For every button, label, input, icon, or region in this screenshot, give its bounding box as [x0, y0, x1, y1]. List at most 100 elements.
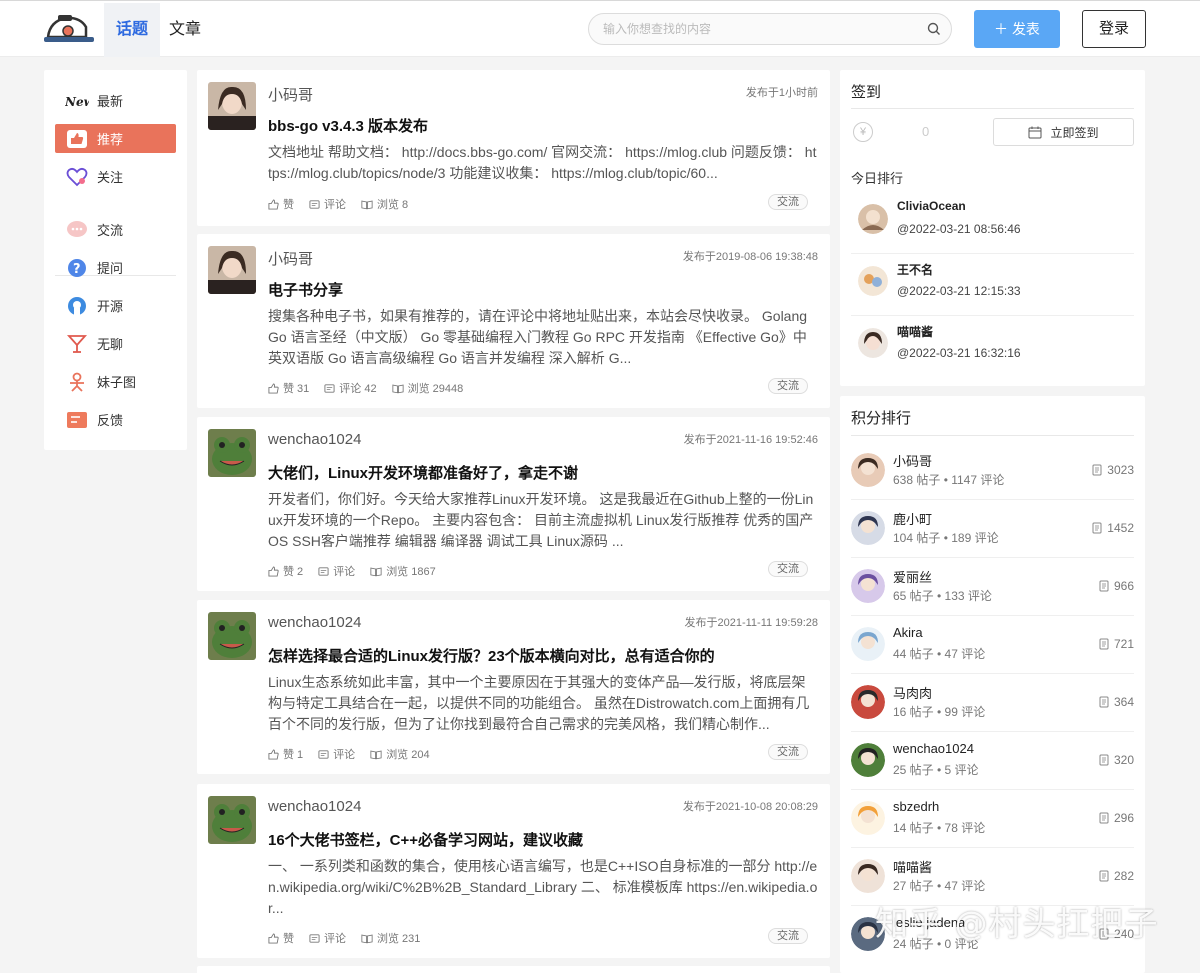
post-tag[interactable]: 交流: [768, 561, 808, 577]
post-title[interactable]: 电子书分享: [268, 279, 343, 300]
author-name[interactable]: 小码哥: [268, 248, 313, 269]
view-stat: 浏览 204: [370, 746, 430, 762]
post-summary[interactable]: 搜集各种电子书，如果有推荐的，请在评论中将地址贴出来，本站会尽快收录。 Gola…: [268, 306, 818, 369]
author-name[interactable]: wenchao1024: [268, 798, 361, 815]
user-name[interactable]: 鹿小町: [893, 509, 932, 528]
post-summary[interactable]: 开发者们，你们好。今天给大家推荐Linux开发环境。 这是我最近在Github上…: [268, 489, 818, 552]
today-rank-item[interactable]: 喵喵酱 @2022-03-21 16:32:16: [851, 316, 1134, 378]
user-avatar[interactable]: [851, 743, 885, 777]
score-rank-item[interactable]: 鹿小町 104 帖子 • 189 评论 1452: [851, 500, 1134, 558]
score-rank-item[interactable]: 爱丽丝 65 帖子 • 133 评论 966: [851, 558, 1134, 616]
top-header: 话题 文章 ＋ 发表 登录: [0, 0, 1200, 57]
user-name[interactable]: 喵喵酱: [893, 857, 932, 876]
score-rank-item[interactable]: wenchao1024 25 帖子 • 5 评论 320: [851, 732, 1134, 790]
post-time: 发布于2019-08-06 19:38:48: [682, 251, 818, 263]
post-tag[interactable]: 交流: [768, 378, 808, 394]
user-name[interactable]: Akira: [893, 625, 923, 640]
author-avatar[interactable]: [208, 82, 256, 130]
post-tag[interactable]: 交流: [768, 928, 808, 944]
comment-stat[interactable]: 评论: [309, 930, 346, 946]
sidebar-item-feedback[interactable]: 反馈: [55, 405, 176, 434]
author-name[interactable]: 小码哥: [268, 84, 313, 105]
user-avatar[interactable]: [858, 266, 888, 296]
post-title[interactable]: 怎样选择最合适的Linux发行版？23个版本横向对比，总有适合你的: [268, 645, 715, 666]
post-title[interactable]: bbs-go v3.4.3 版本发布: [268, 115, 428, 136]
user-avatar[interactable]: [851, 569, 885, 603]
score-rank-item[interactable]: 小码哥 638 帖子 • 1147 评论 3023: [851, 442, 1134, 500]
user-avatar[interactable]: [851, 685, 885, 719]
like-stat[interactable]: 赞: [268, 930, 294, 946]
user-name[interactable]: wenchao1024: [893, 741, 974, 756]
user-score: 296: [1098, 811, 1134, 825]
sidebar-item-opensource[interactable]: 开源: [55, 291, 176, 320]
sidebar-item-recommend[interactable]: 推荐: [55, 124, 176, 153]
comment-icon: [309, 199, 320, 210]
post-tag[interactable]: 交流: [768, 194, 808, 210]
checkin-button[interactable]: 立即签到: [993, 118, 1134, 146]
comment-stat[interactable]: 评论: [318, 563, 355, 579]
author-avatar[interactable]: [208, 429, 256, 477]
comment-stat[interactable]: 评论: [318, 746, 355, 762]
user-name[interactable]: 王不名: [897, 261, 933, 278]
search-icon[interactable]: [927, 22, 941, 36]
like-stat[interactable]: 赞 2: [268, 563, 303, 579]
tab-topics[interactable]: 话题: [104, 3, 161, 57]
plus-icon: ＋: [994, 21, 1009, 37]
user-avatar[interactable]: [858, 328, 888, 358]
today-rank-item[interactable]: 王不名 @2022-03-21 12:15:33: [851, 254, 1134, 316]
post-card[interactable]: wenchao1024 发布于2021-10-08 20:08:29 16个大佬…: [197, 784, 830, 958]
score-icon: [1098, 754, 1110, 766]
post-card[interactable]: wenchao1024 发布于2021-11-11 19:59:28 怎样选择最…: [197, 600, 830, 774]
sidebar-item-bored[interactable]: 无聊: [55, 329, 176, 358]
tab-articles[interactable]: 文章: [157, 3, 213, 57]
post-card[interactable]: [197, 966, 830, 973]
post-title[interactable]: 大佬们，Linux开发环境都准备好了，拿走不谢: [268, 462, 578, 483]
post-title[interactable]: 16个大佬书签栏，C++必备学习网站，建议收藏: [268, 829, 583, 850]
sidebar-item-follow[interactable]: 关注: [55, 162, 176, 191]
comment-stat[interactable]: 评论: [309, 196, 346, 212]
login-button[interactable]: 登录: [1082, 10, 1146, 48]
post-card[interactable]: 小码哥 发布于2019-08-06 19:38:48 电子书分享 搜集各种电子书…: [197, 234, 830, 408]
user-name[interactable]: 爱丽丝: [893, 567, 932, 586]
post-tag[interactable]: 交流: [768, 744, 808, 760]
user-avatar[interactable]: [858, 204, 888, 234]
user-avatar[interactable]: [851, 627, 885, 661]
author-avatar[interactable]: [208, 246, 256, 294]
post-summary[interactable]: 文档地址 帮助文档： http://docs.bbs-go.com/ 官网交流：…: [268, 142, 818, 184]
score-rank-item[interactable]: Akira 44 帖子 • 47 评论 721: [851, 616, 1134, 674]
site-logo[interactable]: [42, 13, 96, 47]
author-name[interactable]: wenchao1024: [268, 431, 361, 448]
like-stat[interactable]: 赞 31: [268, 380, 309, 396]
user-name[interactable]: CliviaOcean: [897, 199, 966, 213]
user-avatar[interactable]: [851, 801, 885, 835]
user-avatar[interactable]: [851, 859, 885, 893]
user-name[interactable]: 小码哥: [893, 451, 932, 470]
search-input[interactable]: [603, 14, 923, 44]
author-avatar[interactable]: [208, 612, 256, 660]
post-card[interactable]: 小码哥 发布于1小时前 bbs-go v3.4.3 版本发布 文档地址 帮助文档…: [197, 70, 830, 226]
like-stat[interactable]: 赞 1: [268, 746, 303, 762]
search-box[interactable]: [588, 13, 952, 45]
post-summary[interactable]: 一、 一系列类和函数的集合，使用核心语言编写，也是C++ISO自身标准的一部分 …: [268, 856, 818, 919]
like-stat[interactable]: 赞: [268, 196, 294, 212]
sidebar-item-latest[interactable]: New 最新: [55, 86, 176, 115]
post-summary[interactable]: Linux生态系统如此丰富，其中一个主要原因在于其强大的变体产品—发行版，将底层…: [268, 672, 818, 735]
author-name[interactable]: wenchao1024: [268, 614, 361, 631]
cocktail-icon: [64, 333, 90, 355]
sidebar-item-exchange[interactable]: 交流: [55, 215, 176, 244]
user-name[interactable]: 马肉肉: [893, 683, 932, 702]
user-stats: 638 帖子 • 1147 评论: [893, 473, 1005, 487]
comment-stat[interactable]: 评论 42: [324, 380, 377, 396]
sidebar-item-girls[interactable]: 妹子图: [55, 367, 176, 396]
author-avatar[interactable]: [208, 796, 256, 844]
today-rank-item[interactable]: CliviaOcean @2022-03-21 08:56:46: [851, 192, 1134, 254]
score-rank-item[interactable]: sbzedrh 14 帖子 • 78 评论 296: [851, 790, 1134, 848]
user-name[interactable]: 喵喵酱: [897, 323, 933, 340]
score-rank-item[interactable]: 马肉肉 16 帖子 • 99 评论 364: [851, 674, 1134, 732]
user-avatar[interactable]: [851, 453, 885, 487]
user-name[interactable]: sbzedrh: [893, 799, 939, 814]
sidebar-item-question[interactable]: ? 提问: [55, 253, 176, 282]
post-button[interactable]: ＋ 发表: [974, 10, 1060, 48]
post-card[interactable]: wenchao1024 发布于2021-11-16 19:52:46 大佬们，L…: [197, 417, 830, 591]
user-avatar[interactable]: [851, 511, 885, 545]
